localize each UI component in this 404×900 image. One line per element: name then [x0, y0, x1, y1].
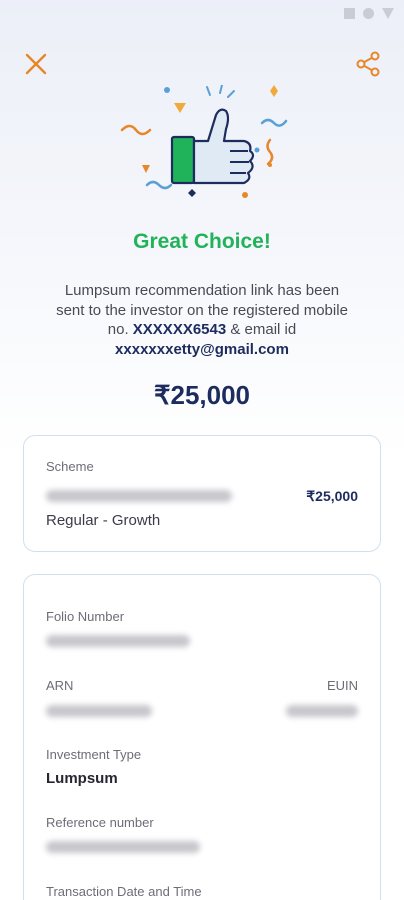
close-icon [25, 53, 47, 75]
euin-label: EUIN [326, 678, 358, 693]
arn-label: ARN [46, 678, 74, 693]
arn-value-redacted [46, 705, 152, 717]
mobile-number: XXXXXX6543 [132, 321, 227, 338]
investment-type-label: Investment Type [46, 747, 142, 762]
confirmation-message: Lumpsum recommendation link has been sen… [50, 281, 354, 359]
stop-icon [344, 8, 355, 19]
reference-label: Reference number [46, 815, 154, 830]
circle-icon [363, 8, 374, 19]
email-id: xxxxxxxetty@gmail.com [115, 340, 289, 358]
scheme-name-redacted [46, 490, 232, 502]
scheme-plan: Regular - Growth [46, 512, 161, 529]
triangle-icon [382, 8, 394, 19]
euin-value-redacted [286, 705, 358, 717]
folio-value-redacted [46, 635, 190, 647]
message-text-2: & email id [230, 321, 297, 338]
reference-value-redacted [46, 841, 200, 853]
share-button[interactable] [354, 50, 382, 78]
share-icon [356, 51, 380, 77]
scheme-card: Scheme ₹25,000 Regular - Growth [23, 435, 381, 552]
investment-type-value: Lumpsum [46, 770, 118, 787]
scheme-amount: ₹25,000 [306, 488, 358, 504]
close-button[interactable] [22, 50, 50, 78]
status-bar [344, 8, 394, 19]
thumbs-up-celebration-icon [112, 84, 292, 210]
transaction-label: Transaction Date and Time [46, 884, 202, 899]
scheme-label: Scheme [46, 459, 94, 474]
total-amount: ₹25,000 [153, 380, 251, 410]
details-card: Folio Number ARN EUIN Investment Type Lu… [23, 574, 381, 900]
success-title: Great Choice! [133, 230, 271, 253]
folio-label: Folio Number [46, 609, 125, 624]
